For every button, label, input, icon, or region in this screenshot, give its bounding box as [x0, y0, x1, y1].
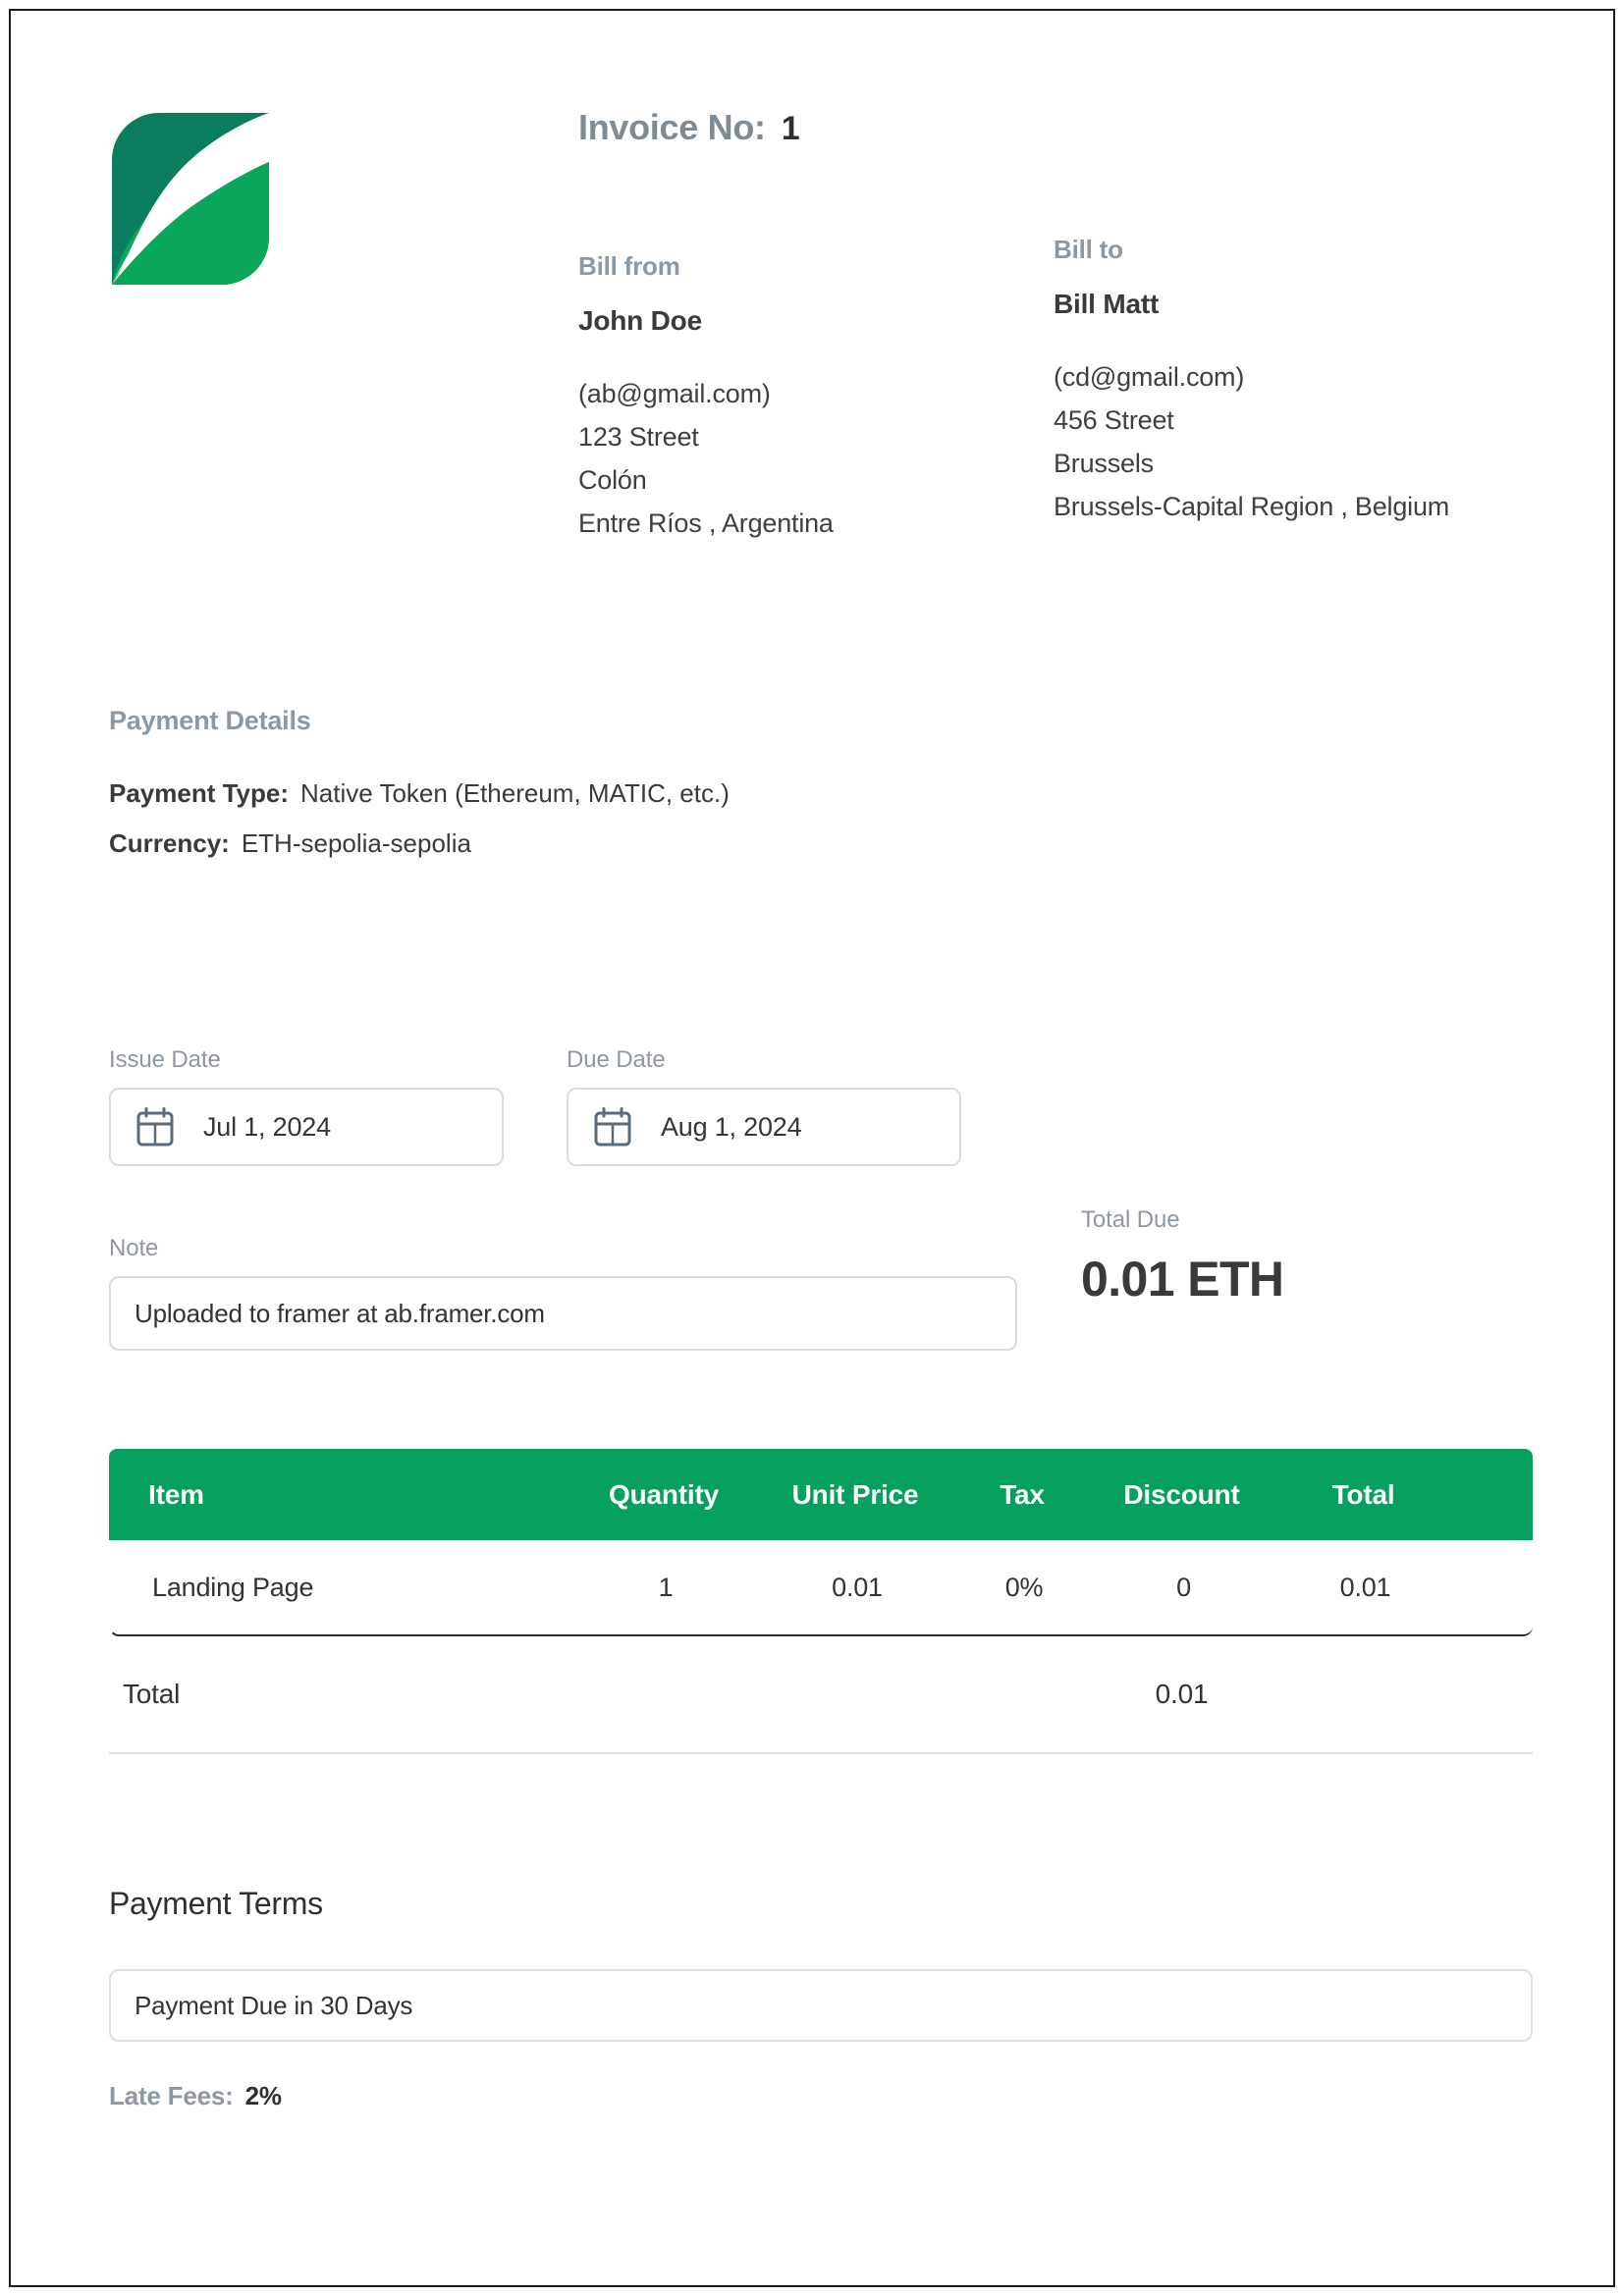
- payment-details-section: Payment Details Payment Type: Native Toke…: [109, 706, 993, 869]
- bill-to-address: (cd@gmail.com) 456 Street Brussels Bruss…: [1054, 355, 1544, 528]
- payment-details-title: Payment Details: [109, 706, 311, 735]
- cell-tax: 0%: [1004, 1572, 1044, 1602]
- total-due-block: Total Due 0.01 ETH: [1081, 1206, 1284, 1308]
- issue-date-label: Issue Date: [109, 1046, 221, 1073]
- items-table-header: Item Quantity Unit Price Tax Discount To…: [109, 1449, 1533, 1540]
- calendar-icon: [594, 1107, 631, 1147]
- note-input[interactable]: Uploaded to framer at ab.framer.com: [109, 1276, 1017, 1351]
- invoice-header: Invoice No: 1 Bill from John Doe (ab@gma…: [11, 11, 1613, 639]
- late-fees-label: Late Fees:: [109, 2081, 234, 2110]
- bill-to-email: (cd@gmail.com): [1054, 362, 1245, 392]
- payment-terms-value: Payment Due in 30 Days: [135, 1990, 413, 2020]
- table-row: Landing Page 1 0.01 0% 0 0.01: [109, 1540, 1533, 1636]
- invoice-number-label: Invoice No:: [578, 107, 766, 147]
- column-header-tax: Tax: [1000, 1478, 1045, 1510]
- late-fees-value: 2%: [244, 2081, 282, 2110]
- note-label: Note: [109, 1235, 159, 1261]
- bill-to-block: Bill to Bill Matt (cd@gmail.com) 456 Str…: [1054, 235, 1544, 528]
- cell-item: Landing Page: [152, 1572, 314, 1602]
- bill-from-address: (ab@gmail.com) 123 Street Colón Entre Rí…: [578, 372, 1040, 545]
- cell-unit-price: 0.01: [832, 1572, 883, 1602]
- bill-from-email: (ab@gmail.com): [578, 379, 771, 408]
- invoice-content: Invoice No: 1 Bill from John Doe (ab@gma…: [11, 11, 1613, 2285]
- payment-type-label: Payment Type:: [109, 778, 290, 808]
- currency-value: ETH-sepolia-sepolia: [241, 828, 471, 858]
- payment-type-row: Payment Type: Native Token (Ethereum, MAT…: [109, 769, 993, 819]
- note-field: Note Uploaded to framer at ab.framer.com: [109, 1235, 1017, 1351]
- payment-terms-section: Payment Terms Payment Due in 30 Days Lat…: [109, 1886, 1533, 2111]
- bill-to-name: Bill Matt: [1054, 289, 1160, 319]
- due-date-field: Due Date Aug 1, 2024: [567, 1046, 961, 1166]
- column-header-item: Item: [148, 1478, 204, 1510]
- note-value: Uploaded to framer at ab.framer.com: [135, 1298, 545, 1328]
- bill-from-name: John Doe: [578, 305, 702, 336]
- bill-to-label: Bill to: [1054, 235, 1123, 264]
- bill-from-address-line3: Entre Ríos , Argentina: [578, 508, 834, 538]
- column-header-quantity: Quantity: [609, 1478, 719, 1510]
- summary-label: Total: [123, 1679, 181, 1709]
- issue-date-input[interactable]: Jul 1, 2024: [109, 1088, 504, 1166]
- bill-from-label: Bill from: [578, 251, 680, 281]
- cell-discount: 0: [1176, 1572, 1191, 1602]
- items-table: Item Quantity Unit Price Tax Discount To…: [109, 1449, 1533, 1754]
- due-date-input[interactable]: Aug 1, 2024: [567, 1088, 961, 1166]
- summary-value: 0.01: [1155, 1679, 1209, 1709]
- payment-type-value: Native Token (Ethereum, MATIC, etc.): [300, 778, 730, 808]
- invoice-page: Invoice No: 1 Bill from John Doe (ab@gma…: [9, 9, 1615, 2287]
- payment-terms-input[interactable]: Payment Due in 30 Days: [109, 1969, 1533, 2042]
- total-due-label: Total Due: [1081, 1206, 1180, 1233]
- invoice-number: Invoice No: 1: [578, 107, 800, 148]
- column-header-discount: Discount: [1123, 1478, 1240, 1510]
- leaf-logo: [112, 113, 269, 285]
- bill-to-address-line1: 456 Street: [1054, 405, 1174, 435]
- total-due-value: 0.01 ETH: [1081, 1252, 1284, 1307]
- bill-from-block: Bill from John Doe (ab@gmail.com) 123 St…: [578, 251, 1040, 545]
- due-date-value: Aug 1, 2024: [661, 1111, 802, 1142]
- late-fees-row: Late Fees: 2%: [109, 2081, 1533, 2111]
- issue-date-value: Jul 1, 2024: [203, 1111, 331, 1142]
- due-date-label: Due Date: [567, 1046, 666, 1073]
- column-header-total: Total: [1331, 1478, 1395, 1510]
- bill-to-address-line3: Brussels-Capital Region , Belgium: [1054, 492, 1450, 521]
- bill-to-address-line2: Brussels: [1054, 449, 1154, 478]
- table-summary-row: Total 0.01: [109, 1636, 1533, 1754]
- cell-total: 0.01: [1339, 1572, 1391, 1602]
- cell-quantity: 1: [658, 1572, 674, 1602]
- bill-from-address-line1: 123 Street: [578, 422, 699, 452]
- payment-terms-title: Payment Terms: [109, 1886, 323, 1921]
- column-header-unit-price: Unit Price: [791, 1478, 919, 1510]
- invoice-number-value: 1: [781, 110, 800, 147]
- bill-from-address-line2: Colón: [578, 465, 647, 495]
- calendar-icon: [136, 1107, 174, 1147]
- currency-label: Currency:: [109, 828, 230, 858]
- issue-date-field: Issue Date Jul 1, 2024: [109, 1046, 504, 1166]
- currency-row: Currency: ETH-sepolia-sepolia: [109, 819, 993, 869]
